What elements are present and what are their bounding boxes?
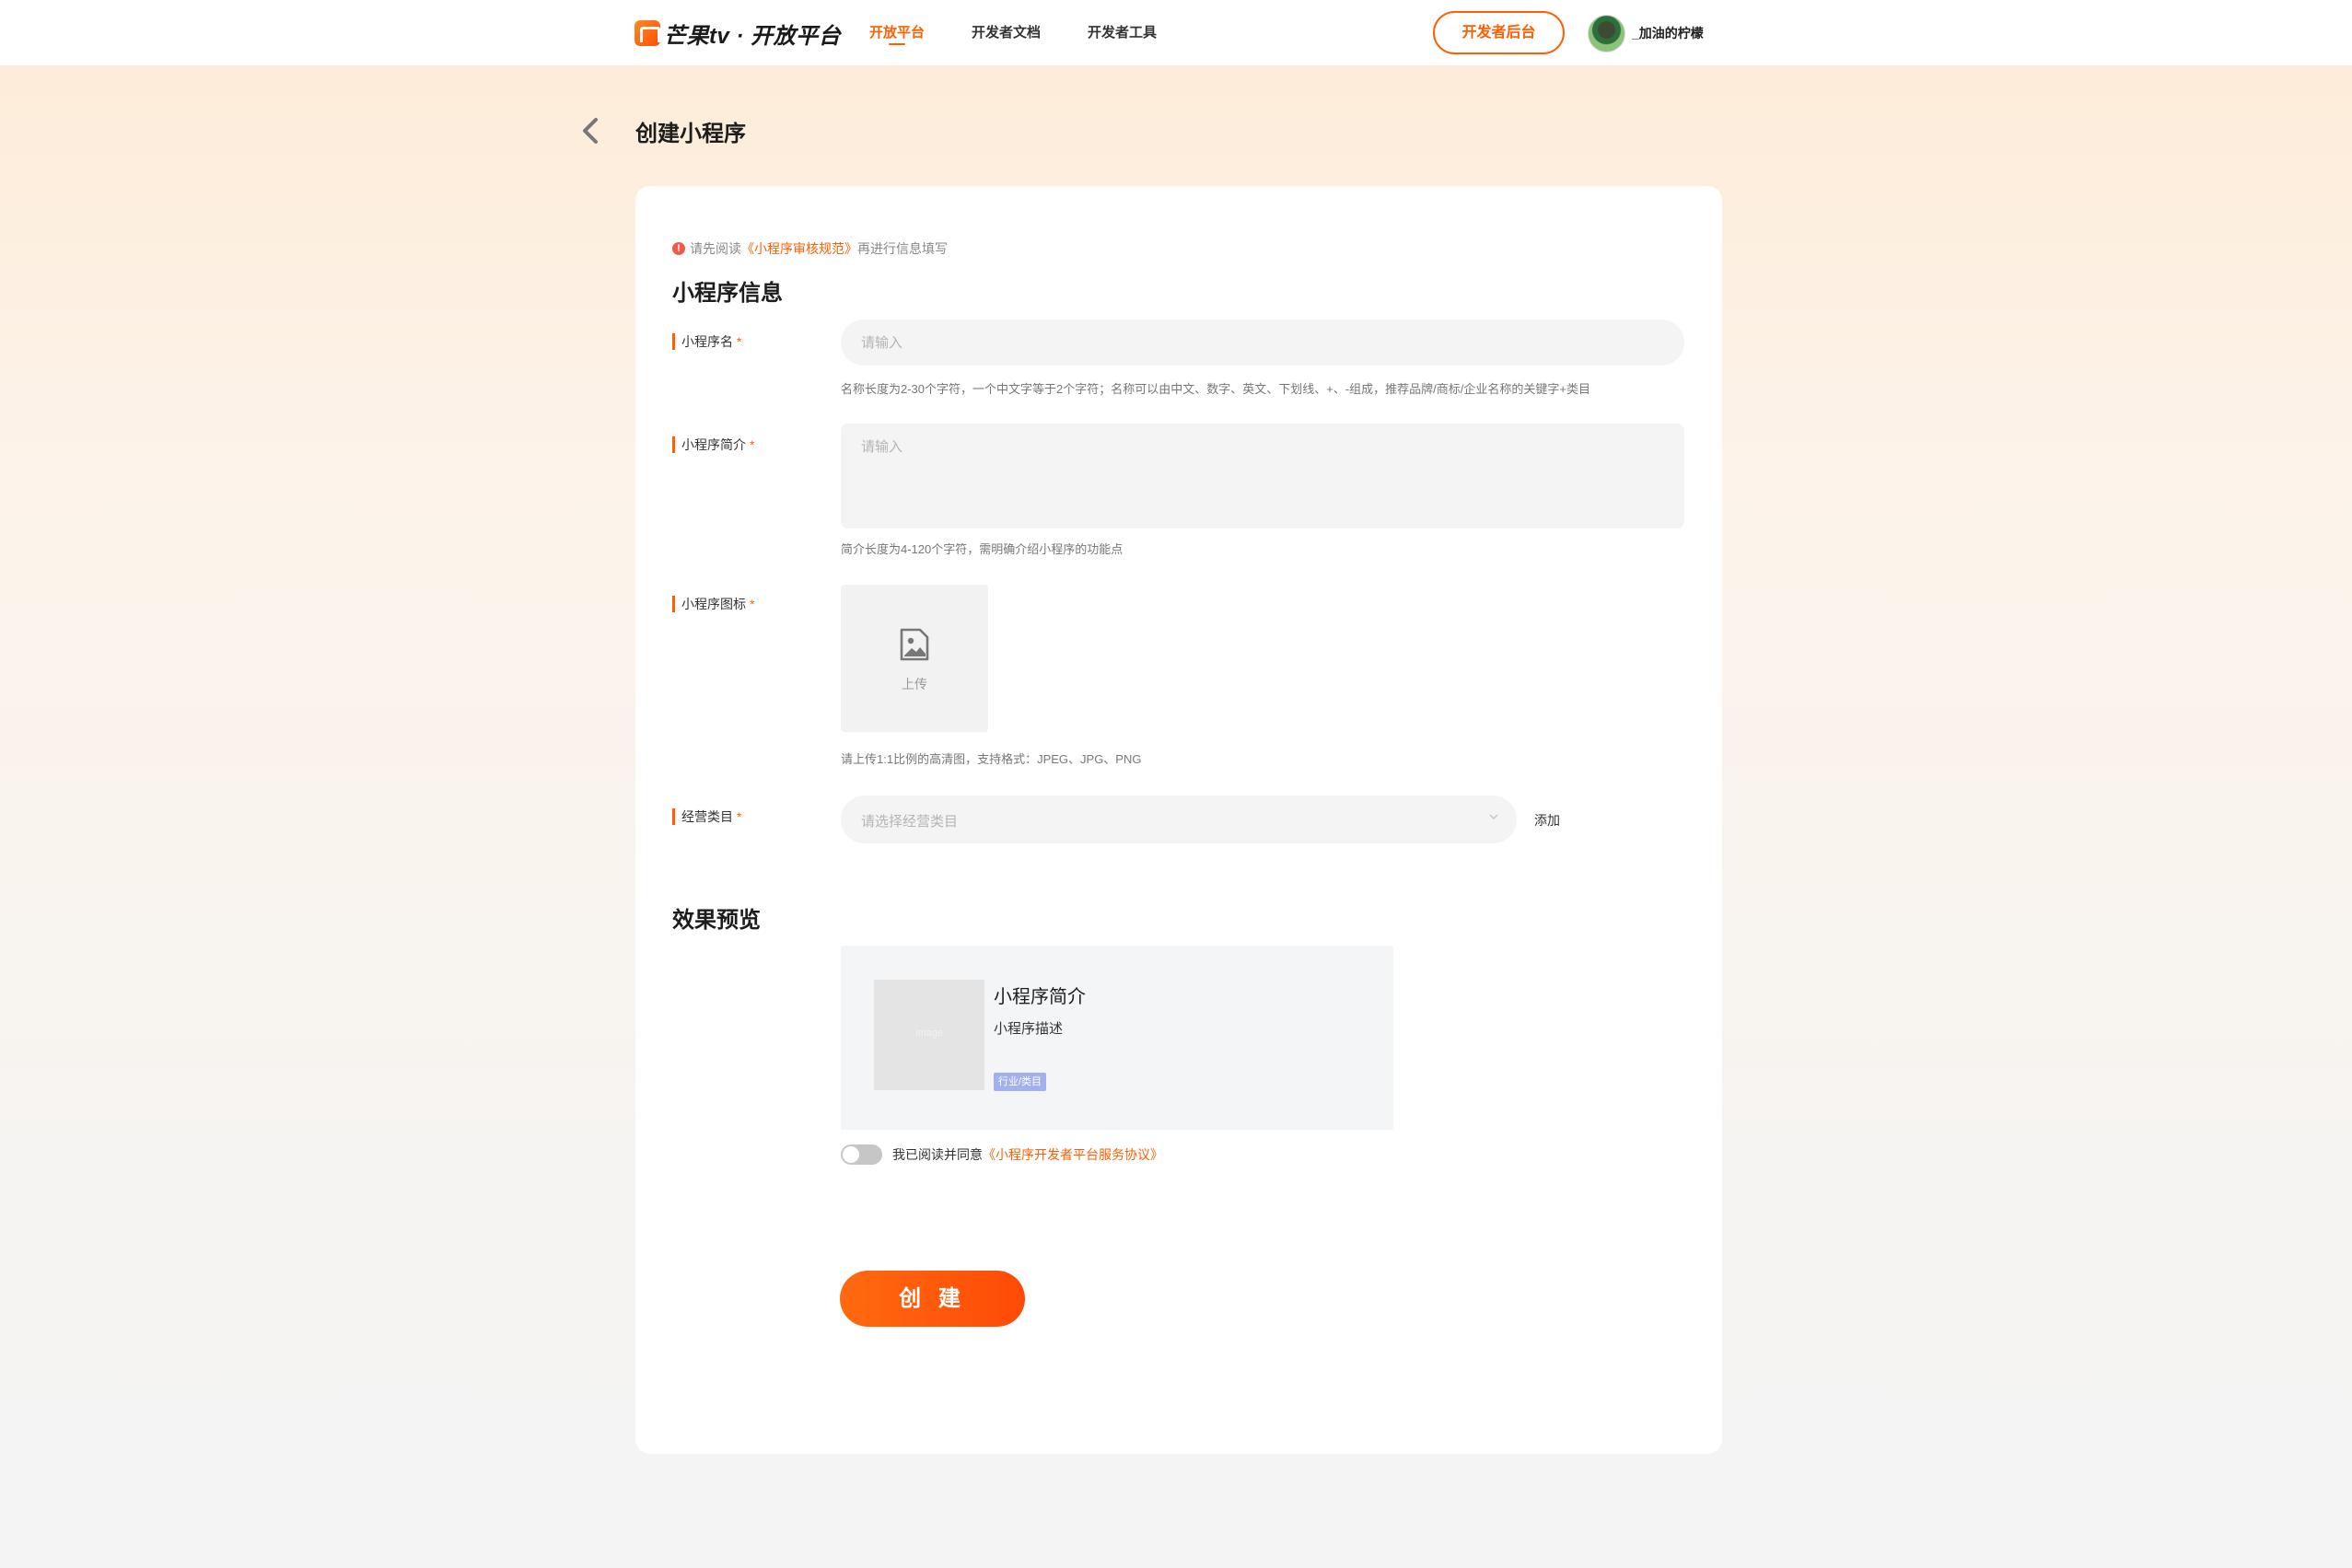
review-notice: ! 请先阅读 《小程序审核规范》 再进行信息填写 bbox=[672, 239, 948, 258]
category-label: 经营类目 * bbox=[672, 808, 741, 825]
preview-thumb-text: image bbox=[915, 1028, 943, 1039]
brand-text: 芒果tv · 开放平台 bbox=[664, 23, 842, 49]
create-button[interactable]: 创 建 bbox=[840, 1271, 1025, 1327]
icon-upload-box[interactable]: 上传 bbox=[841, 585, 988, 732]
category-placeholder: 请选择经营类目 bbox=[861, 814, 959, 830]
mini-program-name-input[interactable] bbox=[841, 319, 1684, 366]
warning-icon: ! bbox=[672, 242, 685, 255]
upload-label: 上传 bbox=[902, 677, 927, 691]
image-file-icon bbox=[900, 628, 929, 661]
main-nav: 开放平台 开发者文档 开发者工具 bbox=[869, 0, 1204, 65]
service-agreement-link[interactable]: 《小程序开发者平台服务协议》 bbox=[983, 1145, 1163, 1164]
agreement-row: 我已阅读并同意 《小程序开发者平台服务协议》 bbox=[841, 1144, 1163, 1165]
section-title-preview: 效果预览 bbox=[672, 908, 761, 933]
name-hint: 名称长度为2-30个字符，一个中文字等于2个字符；名称可以由中文、数字、英文、下… bbox=[841, 382, 1590, 396]
mini-program-intro-textarea[interactable] bbox=[841, 424, 1684, 528]
avatar[interactable] bbox=[1588, 14, 1625, 52]
create-form-card: ! 请先阅读 《小程序审核规范》 再进行信息填写 小程序信息 小程序名 * 名称长… bbox=[635, 186, 1722, 1454]
mango-tv-logo-icon bbox=[635, 20, 660, 46]
intro-label-text: 小程序简介 bbox=[681, 437, 746, 452]
intro-hint: 简介长度为4-120个字符，需明确介绍小程序的功能点 bbox=[841, 542, 1124, 556]
required-mark: * bbox=[737, 334, 742, 349]
nav-item-open-platform[interactable]: 开放平台 bbox=[869, 0, 925, 65]
chevron-left-icon[interactable] bbox=[578, 116, 602, 145]
agreement-toggle[interactable] bbox=[841, 1144, 882, 1165]
add-category-button[interactable]: 添加 bbox=[1534, 811, 1560, 830]
review-rules-link[interactable]: 《小程序审核规范》 bbox=[741, 239, 857, 258]
name-label-text: 小程序名 bbox=[681, 334, 733, 349]
brand-logo-link[interactable]: 芒果tv · 开放平台 bbox=[635, 18, 842, 49]
preview-title: 小程序简介 bbox=[994, 987, 1086, 1007]
icon-label: 小程序图标 * bbox=[672, 596, 754, 612]
icon-hint: 请上传1:1比例的高清图，支持格式：JPEG、JPG、PNG bbox=[841, 752, 1142, 766]
category-select[interactable]: 请选择经营类目 bbox=[841, 796, 1517, 843]
notice-prefix: 请先阅读 bbox=[690, 241, 741, 256]
notice-suffix: 再进行信息填写 bbox=[857, 241, 948, 256]
agreement-text: 我已阅读并同意 bbox=[892, 1147, 983, 1162]
nav-item-developer-tools[interactable]: 开发者工具 bbox=[1088, 0, 1157, 65]
preview-description: 小程序描述 bbox=[994, 1021, 1064, 1037]
nav-item-developer-docs[interactable]: 开发者文档 bbox=[972, 0, 1041, 65]
user-menu[interactable]: _加油的柠檬 bbox=[1588, 13, 1704, 53]
icon-label-text: 小程序图标 bbox=[681, 597, 746, 611]
page-title: 创建小程序 bbox=[635, 122, 746, 146]
required-mark: * bbox=[750, 597, 755, 611]
preview-thumbnail: image bbox=[874, 980, 984, 1090]
required-mark: * bbox=[737, 809, 742, 824]
preview-category-tag: 行业/类目 bbox=[994, 1073, 1047, 1091]
required-mark: * bbox=[750, 437, 755, 452]
category-label-text: 经营类目 bbox=[681, 809, 733, 824]
toggle-knob bbox=[843, 1146, 859, 1163]
preview-card: image 小程序简介 小程序描述 行业/类目 bbox=[841, 946, 1393, 1130]
username[interactable]: _加油的柠檬 bbox=[1632, 24, 1704, 42]
top-nav-bar: 芒果tv · 开放平台 开放平台 开发者文档 开发者工具 开发者后台 _加油的柠… bbox=[0, 0, 2352, 65]
intro-label: 小程序简介 * bbox=[672, 436, 754, 453]
chevron-down-icon bbox=[1489, 814, 1498, 820]
section-title-info: 小程序信息 bbox=[672, 281, 783, 306]
developer-console-button[interactable]: 开发者后台 bbox=[1433, 11, 1565, 54]
name-label: 小程序名 * bbox=[672, 333, 741, 350]
